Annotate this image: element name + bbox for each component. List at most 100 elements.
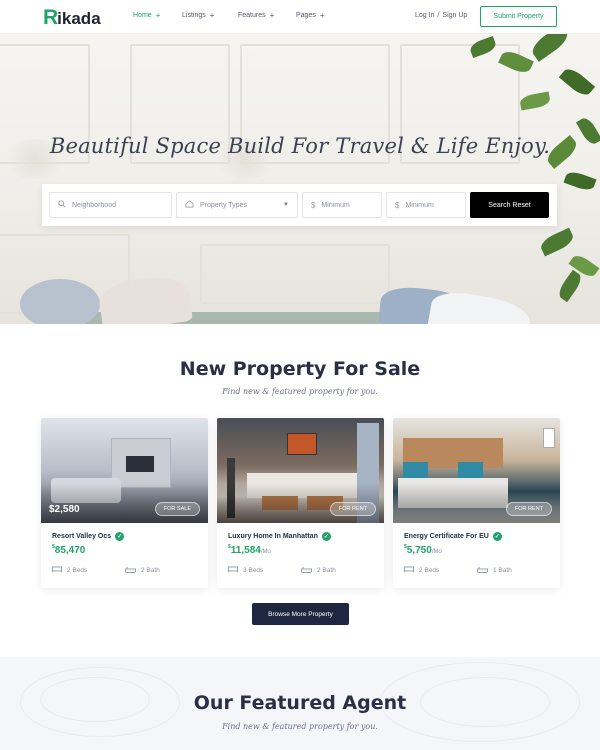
property-image[interactable]: FOR RENT: [393, 418, 560, 523]
property-name[interactable]: Luxury Home In Manhattan ✓: [228, 532, 331, 541]
wall-frame: [543, 428, 555, 448]
property-price: $11,584/Mo: [228, 544, 271, 556]
plant-leaf: [519, 91, 551, 111]
min-price-placeholder: Minimum: [321, 201, 350, 209]
search-reset-button[interactable]: Search Reset: [470, 192, 549, 218]
bed-icon: [228, 566, 238, 575]
plant-leaf: [528, 34, 572, 62]
auth-links: Log In / Sign Up: [415, 12, 467, 19]
nav-item-label: Pages: [296, 12, 316, 19]
nav-item-pages[interactable]: Pages +: [296, 11, 325, 20]
chevron-down-icon: ▼: [283, 202, 289, 208]
auth-separator: /: [437, 12, 440, 19]
hero-title: Beautiful Space Build For Travel & Life …: [49, 134, 551, 158]
status-badge: FOR RENT: [505, 502, 552, 516]
property-card[interactable]: $2,580 FOR SALE Resort Valley Ocs ✓ $85,…: [41, 418, 208, 588]
verified-check-icon: ✓: [492, 532, 502, 541]
submit-property-button[interactable]: Submit Property: [480, 6, 557, 27]
top-navbar: R ikada Home + Listings + Features + Pag…: [0, 0, 600, 34]
nav-item-features[interactable]: Features +: [238, 11, 275, 20]
beds-feature: 2 Beds: [52, 566, 87, 575]
property-image[interactable]: $2,580 FOR SALE: [41, 418, 208, 523]
plant-leaf: [555, 269, 585, 303]
bed-icon: [52, 566, 62, 575]
property-types-placeholder: Property Types: [200, 201, 247, 209]
hero-section: Beautiful Space Build For Travel & Life …: [0, 34, 600, 324]
price-period: /Mo: [260, 549, 271, 555]
property-types-select[interactable]: Property Types ▼: [176, 192, 298, 218]
price-period: /Mo: [431, 549, 442, 555]
min-price-input[interactable]: $ Minimum: [302, 192, 382, 218]
nav-item-label: Home: [133, 12, 152, 19]
section-subtitle: Find new & featured property for you.: [222, 387, 378, 396]
verified-check-icon: ✓: [115, 532, 125, 541]
property-name-text: Energy Certificate For EU: [404, 533, 489, 540]
max-price-placeholder: Minimum: [405, 201, 434, 209]
dollar-icon: $: [311, 200, 316, 210]
property-card[interactable]: FOR RENT Luxury Home In Manhattan ✓ $11,…: [217, 418, 384, 588]
bed-icon: [404, 566, 414, 575]
property-image[interactable]: FOR RENT: [217, 418, 384, 523]
nav-item-label: Listings: [182, 12, 206, 19]
price-value: 85,470: [54, 545, 86, 556]
plus-icon: +: [155, 11, 161, 20]
verified-check-icon: ✓: [321, 532, 331, 541]
plus-icon: +: [269, 11, 275, 20]
price-value: 5,750: [406, 545, 432, 556]
overlay-price: $2,580: [49, 504, 80, 515]
fur-pillow: [20, 279, 100, 324]
plus-icon: +: [209, 11, 215, 20]
bathtub-icon: [301, 566, 312, 575]
property-name[interactable]: Energy Certificate For EU ✓: [404, 532, 502, 541]
bathtub-icon: [125, 566, 136, 575]
beds-label: 2 Beds: [419, 567, 440, 574]
baths-feature: 1 Bath: [477, 566, 512, 575]
property-card[interactable]: FOR RENT Energy Certificate For EU ✓ $5,…: [393, 418, 560, 588]
price-value: 11,584: [230, 545, 261, 556]
signup-link[interactable]: Sign Up: [442, 12, 467, 19]
beds-label: 3 Beds: [243, 567, 264, 574]
tv-screen: [126, 456, 154, 472]
baths-feature: 2 Bath: [301, 566, 336, 575]
bathtub-icon: [477, 566, 488, 575]
neighborhood-placeholder: Neighborhood: [72, 201, 116, 209]
beds-feature: 2 Beds: [404, 566, 439, 575]
section-subtitle: Find new & featured property for you.: [222, 722, 378, 731]
nav-item-listings[interactable]: Listings +: [182, 11, 215, 20]
neighborhood-input[interactable]: Neighborhood: [49, 192, 172, 218]
section-title: Our Featured Agent: [193, 692, 407, 714]
nav-item-label: Features: [238, 12, 266, 19]
nav-item-home[interactable]: Home +: [133, 11, 161, 20]
browse-more-property-button[interactable]: Browse More Property: [252, 603, 349, 625]
beds-feature: 3 Beds: [228, 566, 263, 575]
dollar-icon: $: [395, 200, 400, 210]
logo[interactable]: R ikada: [43, 6, 101, 30]
wall-painting: [287, 433, 317, 455]
plant-leaf: [563, 169, 597, 193]
login-link[interactable]: Log In: [415, 12, 434, 19]
baths-feature: 2 Bath: [125, 566, 160, 575]
property-search-form: Neighborhood Property Types ▼ $ Minimum …: [42, 184, 557, 226]
plant-leaf: [538, 227, 576, 257]
pillow: [403, 462, 428, 478]
beds-label: 2 Beds: [67, 567, 88, 574]
wall-panel: [200, 244, 390, 304]
property-name-text: Resort Valley Ocs: [52, 533, 112, 540]
plant-leaf: [558, 64, 596, 100]
baths-label: 2 Bath: [141, 567, 160, 574]
property-price: $85,470: [52, 544, 85, 556]
property-name[interactable]: Resort Valley Ocs ✓: [52, 532, 125, 541]
logo-letter: R: [43, 6, 59, 29]
property-price: $5,750/Mo: [404, 544, 442, 556]
status-badge: FOR RENT: [329, 502, 376, 516]
baths-label: 1 Bath: [493, 567, 512, 574]
section-title: New Property For Sale: [179, 358, 421, 380]
status-badge: FOR SALE: [154, 502, 200, 516]
house-icon: [185, 200, 194, 210]
property-name-text: Luxury Home In Manhattan: [228, 533, 318, 540]
logo-text: ikada: [57, 9, 101, 28]
max-price-input[interactable]: $ Minimum: [386, 192, 466, 218]
search-icon: [58, 200, 66, 210]
pillow: [458, 462, 483, 478]
plus-icon: +: [319, 11, 325, 20]
